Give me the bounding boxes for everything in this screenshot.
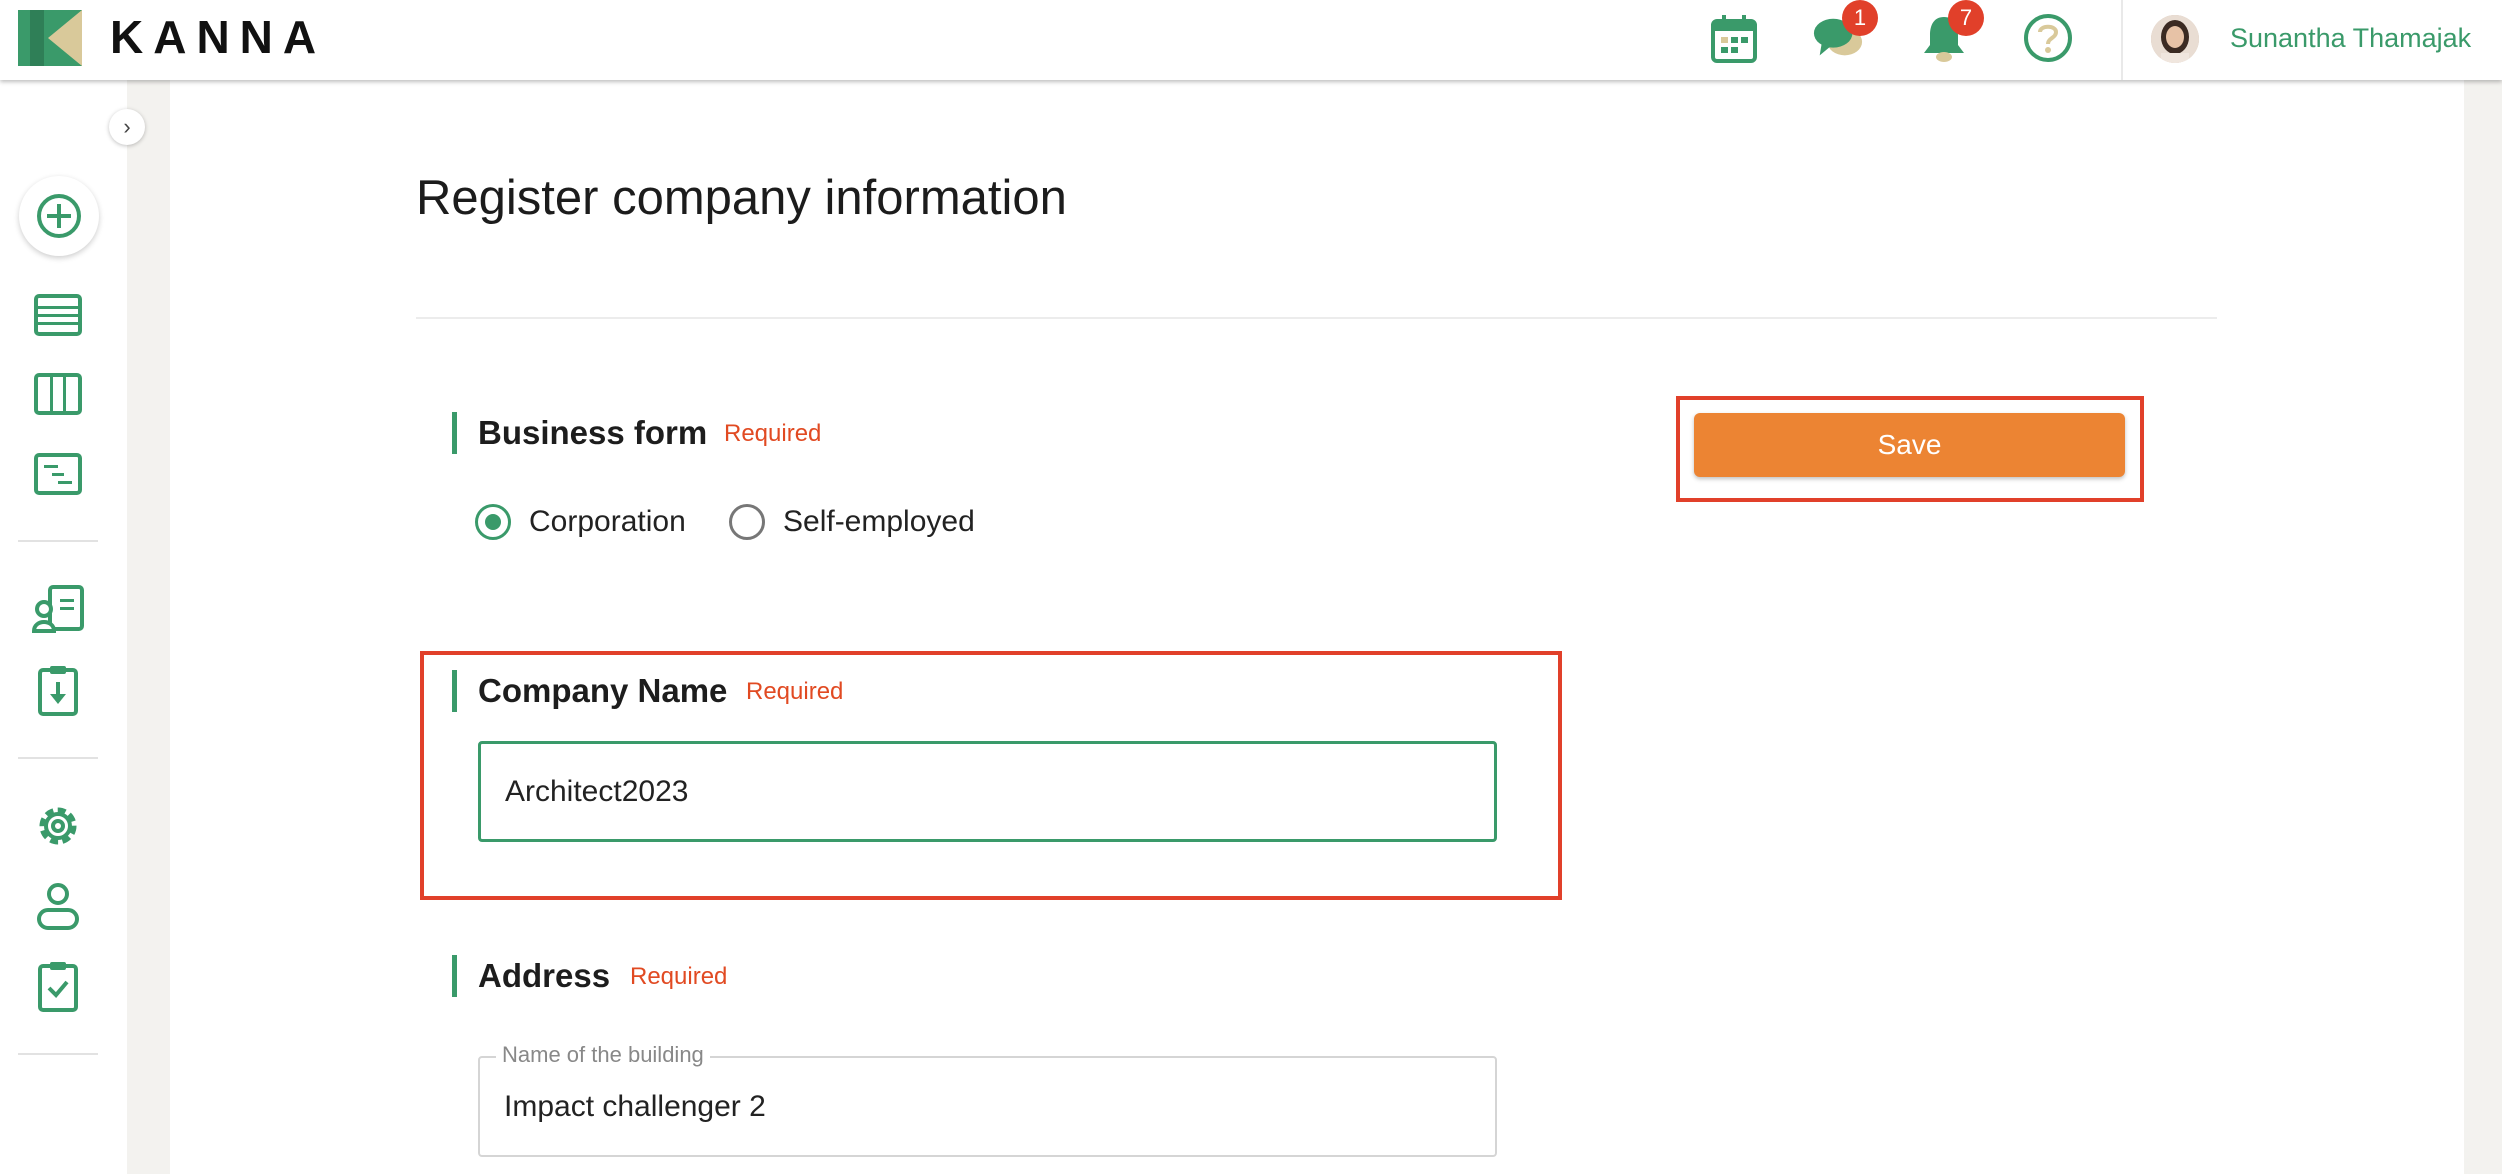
list-icon[interactable] [30,287,86,343]
download-icon[interactable] [30,662,86,718]
building-name-label: Name of the building [496,1042,710,1068]
sidebar-divider [18,1053,98,1055]
sidebar-collapse-button[interactable]: › [109,109,145,145]
checklist-icon[interactable] [30,958,86,1014]
save-button[interactable]: Save [1694,413,2125,477]
building-name-input[interactable]: Impact challenger 2 [478,1056,1497,1157]
settings-icon[interactable] [30,798,86,854]
chat-badge: 1 [1842,0,1878,36]
add-icon[interactable] [19,176,99,256]
brand-name: KANNA [110,11,327,63]
help-icon[interactable] [2022,12,2074,64]
contacts-icon[interactable] [30,582,86,638]
user-name[interactable]: Sunantha Thamajak [2230,20,2471,56]
company-name-input[interactable]: Architect2023 [478,741,1497,842]
calendar-icon[interactable] [1708,12,1760,64]
gantt-icon[interactable] [30,446,86,502]
company-name-label: Company Name [478,672,728,709]
top-bar: KANNA 1 7 Sunantha Thamajak [0,0,2502,80]
bell-badge: 7 [1948,0,1984,36]
radio-self-employed[interactable] [729,504,765,540]
business-form-label: Business form [478,414,708,451]
section-marker [452,412,457,454]
section-marker [452,955,457,997]
sidebar-divider [18,540,98,542]
board-icon[interactable] [30,366,86,422]
kanna-logo[interactable] [18,10,82,66]
radio-self-employed-label[interactable]: Self-employed [783,502,975,542]
section-marker [452,670,457,712]
chat-icon[interactable]: 1 [1812,0,1878,64]
required-tag: Required [746,678,844,705]
avatar[interactable] [2151,15,2199,63]
required-tag: Required [630,963,728,990]
sidebar-divider [18,757,98,759]
radio-corporation[interactable] [475,504,511,540]
user-icon[interactable] [30,879,86,935]
required-tag: Required [724,420,822,447]
title-divider [416,317,2217,319]
sidebar [0,80,127,1174]
main-content: Register company information Business fo… [170,80,2464,1174]
page-title: Register company information [416,171,1067,225]
address-label: Address [478,957,611,994]
bell-icon[interactable]: 7 [1918,0,1984,64]
header-divider [2121,0,2123,80]
radio-corporation-label[interactable]: Corporation [529,502,686,542]
